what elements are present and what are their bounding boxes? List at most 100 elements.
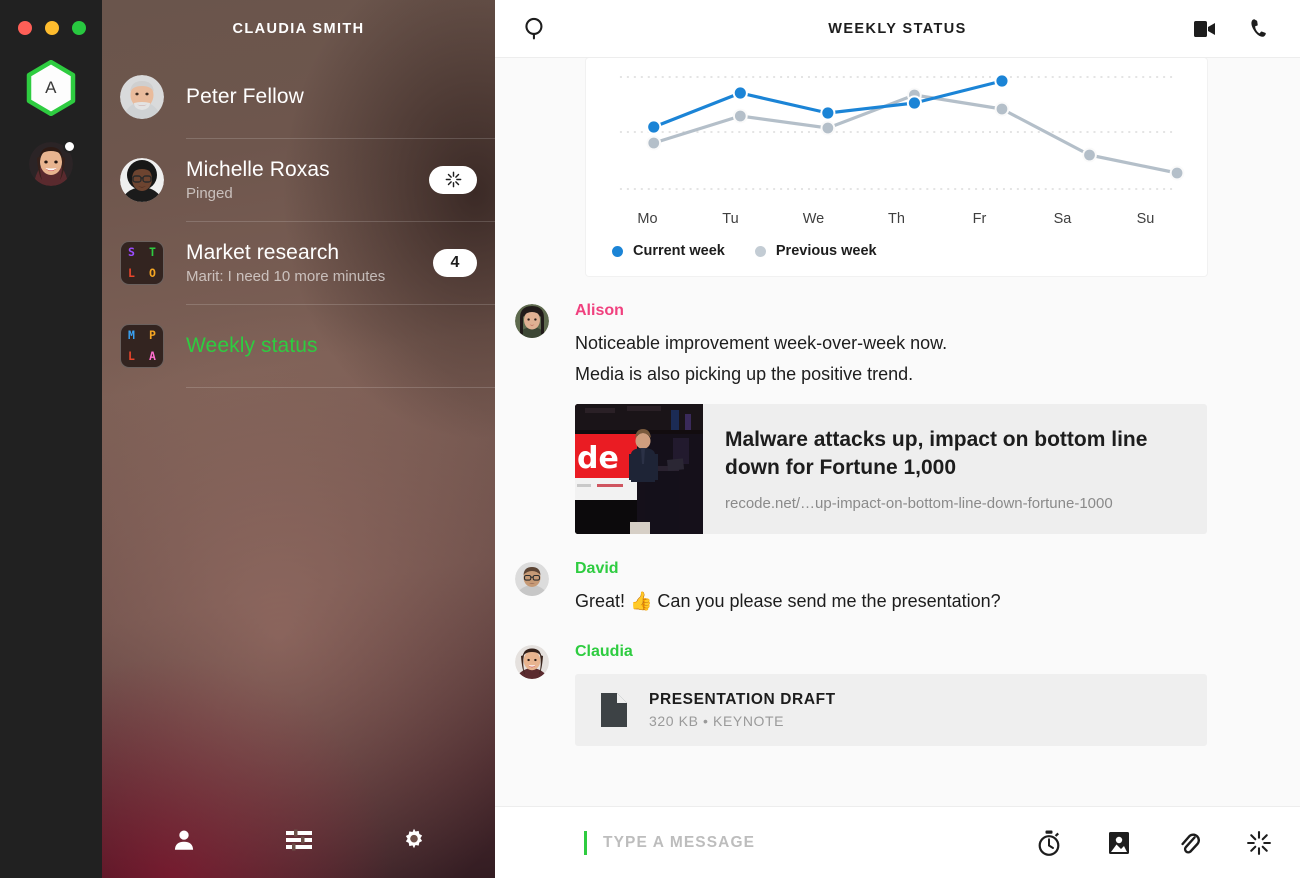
- link-preview-title: Malware attacks up, impact on bottom lin…: [725, 428, 1148, 479]
- tile-letter: L: [128, 349, 135, 363]
- unread-count-badge: 4: [433, 248, 477, 277]
- ping-sparkle-icon: [445, 171, 461, 188]
- main-panel: WEEKLY STATUS Mo Tu We Th Fr Sa Su Curre…: [495, 0, 1300, 878]
- left-rail: A: [0, 0, 102, 878]
- paperclip-icon: [1181, 832, 1200, 854]
- timer-button[interactable]: [1036, 830, 1062, 856]
- link-preview-thumbnail: de: [575, 403, 703, 534]
- image-button[interactable]: [1106, 830, 1132, 856]
- sliders-icon: [285, 829, 312, 851]
- message-author: Alison: [575, 302, 624, 319]
- conversation-item-market-research[interactable]: S T L O Market research Marit: I need 10…: [102, 221, 495, 304]
- alison-avatar: [515, 304, 549, 338]
- ping-button[interactable]: [1246, 830, 1272, 856]
- person-icon: [174, 830, 193, 850]
- david-avatar: [515, 561, 549, 596]
- conversation-name: Market research: [186, 240, 340, 264]
- message-line: Noticeable improvement week-over-week no…: [575, 333, 948, 353]
- legend-swatch: [754, 245, 766, 257]
- claudia-avatar: [515, 644, 549, 679]
- contacts-nav-button[interactable]: [156, 818, 212, 862]
- account-avatar[interactable]: [29, 140, 76, 186]
- minimize-button[interactable]: [45, 21, 59, 35]
- message-input[interactable]: [603, 833, 1036, 852]
- x-tick-label: Mo: [637, 211, 658, 227]
- message-alison: Alison Noticeable improvement week-over-…: [495, 302, 1300, 534]
- list-divider: [186, 387, 495, 388]
- conversation-item-michelle-roxas[interactable]: Michelle Roxas Pinged: [102, 138, 495, 221]
- message-line: Media is also picking up the positive tr…: [575, 363, 914, 384]
- conversation-name: Michelle Roxas: [186, 157, 330, 181]
- ping-badge-button[interactable]: [429, 165, 477, 194]
- conversation-name: Peter Fellow: [186, 84, 304, 108]
- video-call-button[interactable]: [1192, 19, 1218, 39]
- legend-swatch: [612, 245, 623, 257]
- message-body: David Great! 👍 Can you please send me th…: [575, 560, 1207, 617]
- team-badge-letter: A: [45, 78, 57, 97]
- tile-letter: P: [149, 328, 156, 342]
- chat-header: WEEKLY STATUS: [495, 0, 1300, 58]
- message-body: Alison Noticeable improvement week-over-…: [575, 302, 1207, 534]
- svg-text:de: de: [577, 441, 619, 476]
- file-info: PRESENTATION DRAFT 320 KB • KEYNOTE: [649, 691, 836, 729]
- image-icon: [1109, 831, 1129, 854]
- message-author: Claudia: [575, 642, 633, 660]
- conversation-text: Peter Fellow: [186, 85, 477, 109]
- legend-label: Current week: [633, 243, 725, 259]
- ping-sparkle-icon: [1247, 830, 1271, 855]
- sidebar-bottom-nav: [102, 810, 495, 878]
- unread-dot-badge: [63, 140, 76, 153]
- conversation-text: Market research Marit: I need 10 more mi…: [186, 241, 433, 285]
- x-tick-label: Su: [1136, 211, 1155, 227]
- chat-title: WEEKLY STATUS: [828, 20, 967, 37]
- avatar: [120, 157, 164, 202]
- link-preview-meta: Malware attacks up, impact on bottom lin…: [703, 404, 1207, 534]
- legend-item-current-week: Current week: [612, 243, 725, 259]
- line-chart: [619, 73, 1185, 190]
- x-tick-label: Fr: [972, 211, 987, 227]
- x-tick-label: We: [802, 211, 825, 227]
- file-name: PRESENTATION DRAFT: [649, 690, 836, 708]
- conversation-item-peter-fellow[interactable]: Peter Fellow: [102, 55, 495, 138]
- conversation-name: Weekly status: [186, 333, 318, 357]
- gear-icon: [405, 828, 422, 849]
- message-david: David Great! 👍 Can you please send me th…: [495, 560, 1300, 617]
- legend-item-previous-week: Previous week: [754, 243, 877, 259]
- phone-icon: [1251, 18, 1266, 37]
- video-camera-icon: [1194, 20, 1215, 37]
- attach-button[interactable]: [1176, 830, 1202, 856]
- message-thread[interactable]: Mo Tu We Th Fr Sa Su Current week Previo…: [495, 58, 1300, 806]
- x-tick-label: Sa: [1053, 211, 1072, 227]
- phone-call-button[interactable]: [1248, 17, 1272, 41]
- conversation-sidebar: CLAUDIA SMITH Peter Fellow Michelle Roxa…: [102, 0, 495, 878]
- team-hexagon-badge[interactable]: A: [25, 60, 77, 116]
- conversation-list: Peter Fellow Michelle Roxas Pinged S T L…: [102, 47, 495, 810]
- group-avatar-tile: M P L A: [120, 323, 164, 368]
- weekly-status-chart-card: Mo Tu We Th Fr Sa Su Current week Previo…: [586, 58, 1207, 276]
- conversation-item-weekly-status[interactable]: M P L A Weekly status: [102, 304, 495, 387]
- filters-nav-button[interactable]: [271, 818, 327, 862]
- close-button[interactable]: [18, 21, 32, 35]
- x-tick-label: Th: [888, 211, 905, 227]
- group-avatar-tile: S T L O: [120, 240, 164, 285]
- file-meta: 320 KB • KEYNOTE: [649, 712, 785, 729]
- link-preview-card[interactable]: de Malware attacks up, impact on bottom …: [575, 403, 1207, 534]
- app-window: A CLAUDIA SMITH Peter Fellow Michelle Ro…: [0, 0, 1300, 878]
- tile-letter: S: [128, 245, 135, 259]
- sidebar-title: CLAUDIA SMITH: [232, 21, 365, 37]
- conversation-text: Michelle Roxas Pinged: [186, 158, 429, 202]
- search-button[interactable]: [523, 16, 548, 41]
- file-attachment-card[interactable]: PRESENTATION DRAFT 320 KB • KEYNOTE: [575, 673, 1207, 746]
- stopwatch-icon: [1038, 830, 1060, 856]
- x-tick-label: Tu: [722, 211, 739, 227]
- chart-x-axis-labels: Mo Tu We Th Fr Sa Su: [606, 211, 1187, 227]
- settings-nav-button[interactable]: [386, 818, 442, 862]
- zoom-button[interactable]: [72, 21, 86, 35]
- document-icon: [601, 692, 627, 727]
- tile-letter: L: [128, 266, 135, 280]
- tile-letter: M: [128, 328, 135, 342]
- message-claudia: Claudia PRESENTATION DRAFT 320 KB • KEYN…: [495, 643, 1300, 746]
- tile-letter: T: [149, 245, 156, 259]
- message-author: David: [575, 559, 619, 577]
- message-composer: [495, 806, 1300, 878]
